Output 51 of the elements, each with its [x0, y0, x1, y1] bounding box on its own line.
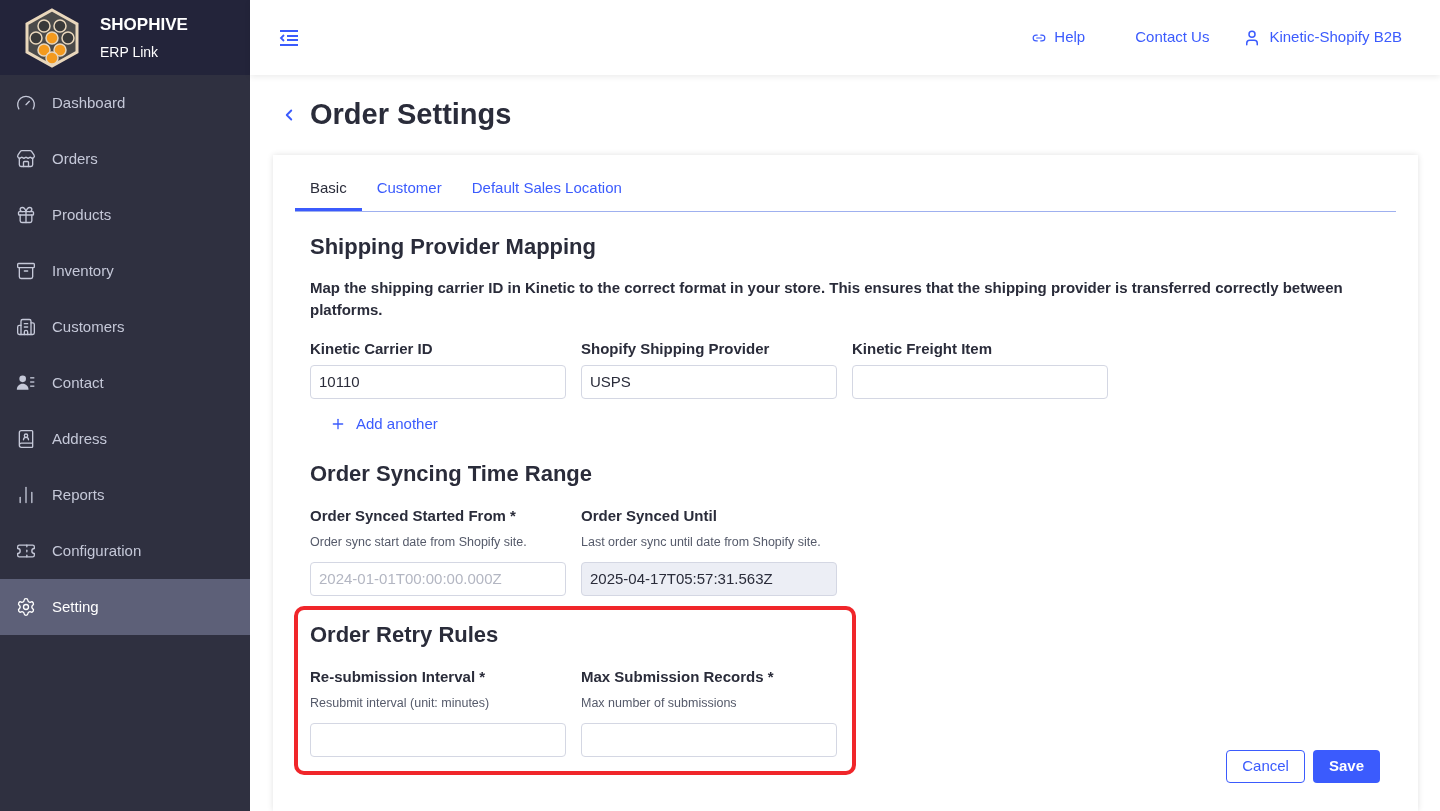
menu-icon [16, 149, 36, 169]
contact-link[interactable]: Contact Us [1135, 26, 1210, 49]
section-title: Order Retry Rules [310, 620, 500, 649]
section-title: Order Syncing Time Range [310, 459, 593, 488]
brand-name: SHOPHIVE [100, 14, 188, 37]
field-hint: Order sync start date from Shopify site. [310, 533, 528, 550]
input-field[interactable] [581, 722, 837, 757]
sidebar-item[interactable]: Reports [0, 467, 250, 523]
field-label: Shopify Shipping Provider [581, 338, 771, 359]
sidebar-item[interactable]: Address [0, 411, 250, 467]
field-hint: Last order sync until date from Shopify site. [581, 533, 822, 550]
collapse-menu-icon[interactable] [278, 28, 300, 47]
input-field[interactable]: 10110 [310, 364, 566, 399]
input-field[interactable]: USPS [581, 364, 837, 399]
field-label: Max Submission Records * [581, 666, 775, 687]
input-field[interactable]: 2024-01-01T00:00:00.000Z [310, 561, 566, 596]
menu-icon [16, 373, 36, 393]
cancel-button[interactable]: Cancel [1226, 749, 1305, 783]
sidebar-item[interactable]: Products [0, 187, 250, 243]
sidebar-item[interactable]: Orders [0, 131, 250, 187]
menu-icon [16, 597, 36, 617]
sidebar-item[interactable]: Configuration [0, 523, 250, 579]
field-hint: Resubmit interval (unit: minutes) [310, 694, 491, 711]
sidebar-item[interactable]: Contact [0, 355, 250, 411]
sidebar-item[interactable]: Setting [0, 579, 250, 635]
field-label: Order Synced Started From * [310, 505, 517, 526]
tab[interactable]: Basic [295, 177, 362, 211]
page-title: Order Settings [310, 97, 512, 133]
section-description: Map the shipping carrier ID in Kinetic to the correct format in your store. This ensures that the shipping provider is transferred correctly between platforms. [310, 277, 1344, 320]
help-link[interactable]: Help [1032, 26, 1086, 49]
brand-subtitle: ERP Link [100, 42, 160, 62]
field-label: Kinetic Carrier ID [310, 338, 434, 359]
field-label: Kinetic Freight Item [852, 338, 994, 359]
field-label: Order Synced Until [581, 505, 718, 526]
input-field[interactable] [852, 364, 1108, 399]
tab[interactable]: Default Sales Location [456, 177, 637, 211]
field-hint: Max number of submissions [581, 694, 738, 711]
sidebar-item[interactable]: Customers [0, 299, 250, 355]
user-menu[interactable]: Kinetic-Shopify B2B [1243, 26, 1402, 49]
input-field[interactable] [310, 722, 566, 757]
menu-icon [16, 429, 36, 449]
section-title: Shipping Provider Mapping [310, 232, 597, 261]
sidebar-item[interactable]: Dashboard [0, 75, 250, 131]
menu-icon [16, 261, 36, 281]
tab[interactable]: Customer [361, 177, 457, 211]
sidebar-item[interactable]: Inventory [0, 243, 250, 299]
save-button[interactable]: Save [1312, 749, 1380, 783]
menu-icon [16, 205, 36, 225]
add-another-link[interactable]: Add another [330, 412, 438, 435]
menu-icon [16, 317, 36, 337]
field-label: Re-submission Interval * [310, 666, 487, 687]
